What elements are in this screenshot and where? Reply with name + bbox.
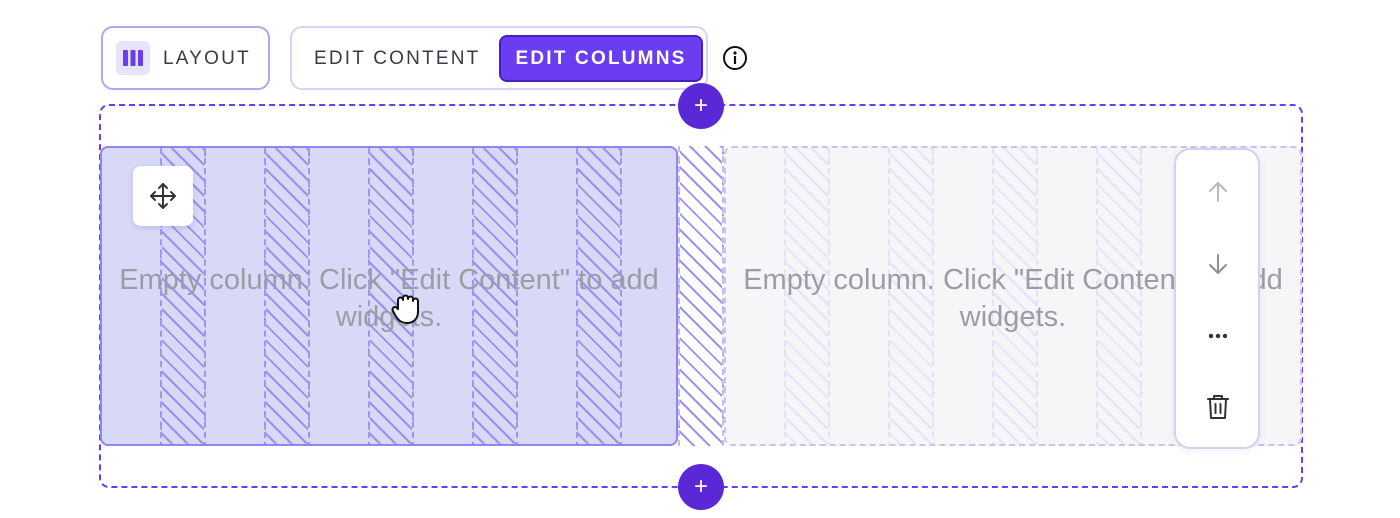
empty-column-text: Empty column. Click "Edit Content" to ad…: [119, 264, 659, 333]
grab-cursor-icon: [391, 294, 419, 324]
move-icon: [150, 183, 176, 209]
arrow-up-icon: [1209, 182, 1227, 202]
column-actions-panel: [1174, 148, 1260, 449]
column-gutter[interactable]: [678, 146, 724, 446]
columns-icon: [116, 41, 150, 75]
info-icon[interactable]: [722, 45, 748, 71]
add-row-above-button[interactable]: +: [678, 83, 724, 129]
layout-label: LAYOUT: [163, 48, 251, 69]
arrow-down-icon: [1209, 254, 1227, 274]
move-down-button[interactable]: [1203, 249, 1233, 279]
more-icon: [1208, 333, 1228, 339]
add-row-below-button[interactable]: +: [678, 464, 724, 510]
mode-toggle-group: EDIT CONTENT EDIT COLUMNS: [290, 26, 708, 90]
edit-content-tab[interactable]: EDIT CONTENT: [314, 48, 480, 70]
trash-icon: [1207, 395, 1229, 419]
move-handle[interactable]: [133, 166, 193, 226]
layout-button[interactable]: LAYOUT: [101, 26, 270, 90]
delete-column-button[interactable]: [1203, 392, 1233, 422]
more-options-button[interactable]: [1203, 321, 1233, 351]
page-canvas: LAYOUT EDIT CONTENT EDIT COLUMNS Empty c…: [0, 0, 1400, 518]
move-up-button[interactable]: [1203, 177, 1233, 207]
edit-columns-tab[interactable]: EDIT COLUMNS: [499, 35, 703, 82]
